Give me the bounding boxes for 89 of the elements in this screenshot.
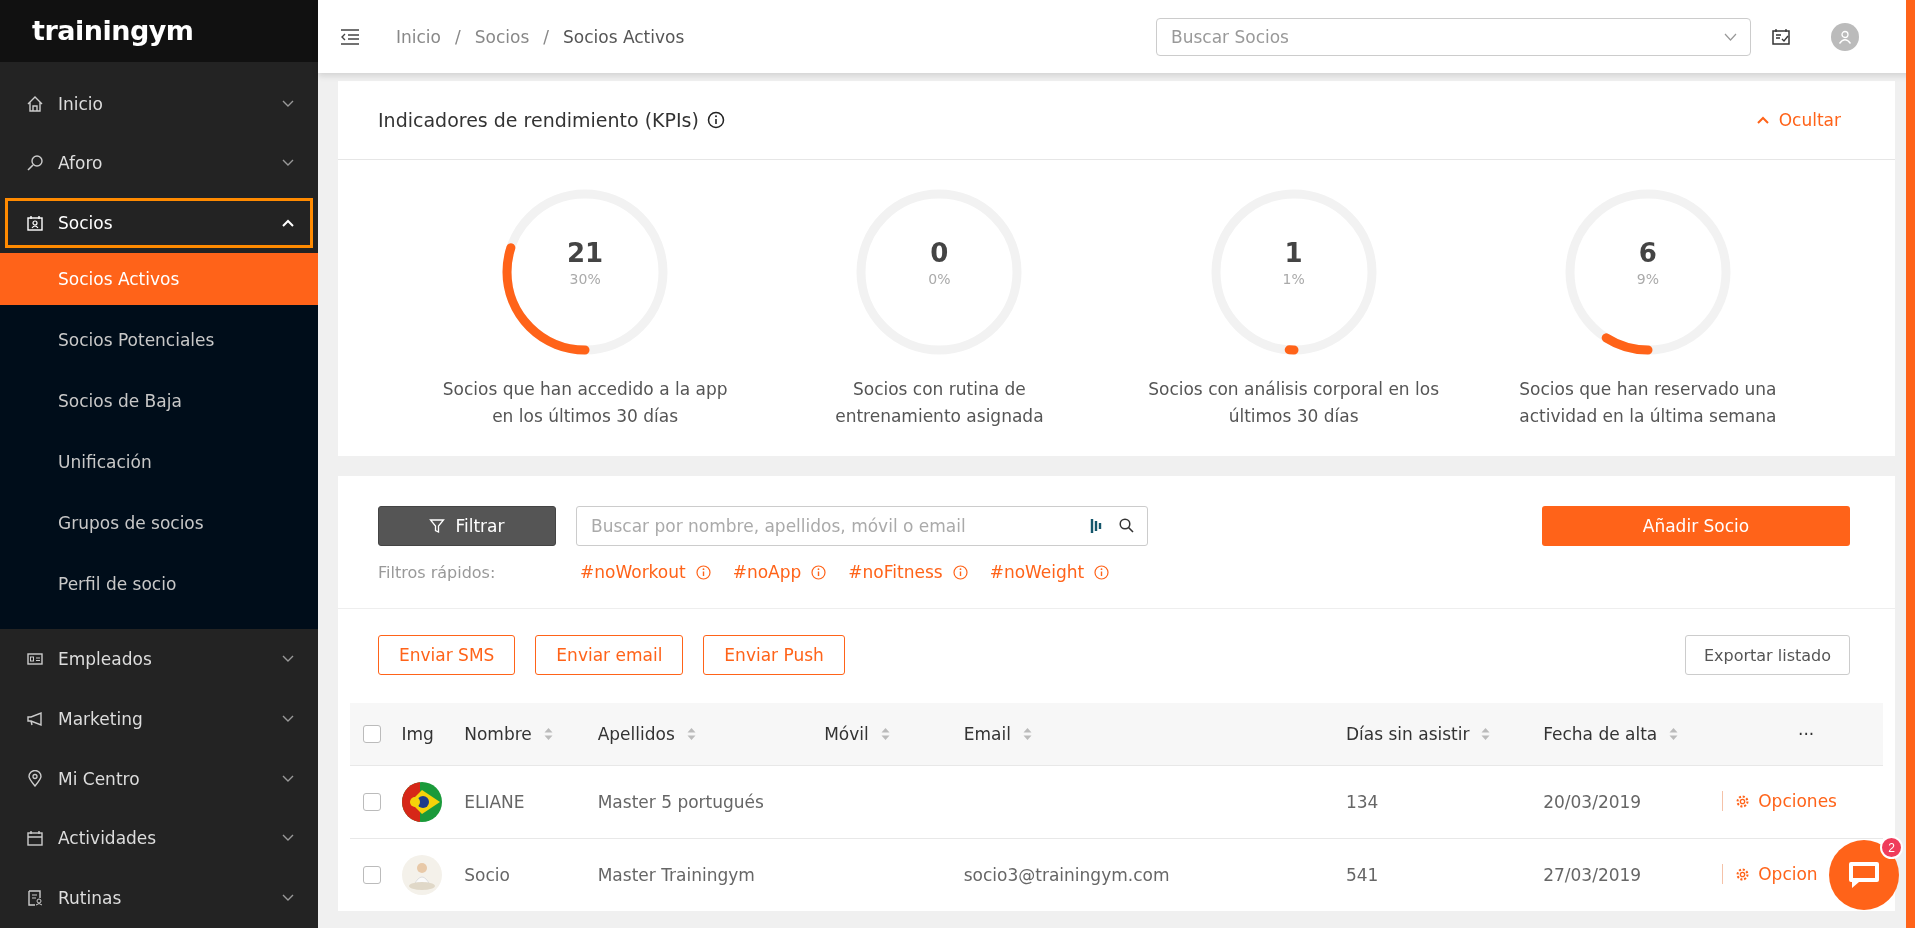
- chat-icon: [1847, 860, 1881, 890]
- gear-icon: [1735, 866, 1751, 882]
- breadcrumb-item[interactable]: Inicio: [396, 26, 441, 47]
- info-icon[interactable]: [706, 111, 725, 129]
- table-cell: 541: [1346, 865, 1379, 885]
- chevron-icon: [282, 99, 294, 108]
- barcode-icon[interactable]: [1090, 518, 1104, 534]
- chevron-icon: [282, 714, 294, 723]
- notification-badge: 2: [1880, 836, 1903, 859]
- sidebar-item[interactable]: Actividades: [0, 808, 318, 869]
- chevron-icon: [282, 774, 294, 783]
- chevron-icon: [282, 834, 294, 843]
- kpi-label: Socios que han reservado una actividad en la última semana: [1519, 378, 1777, 428]
- submenu-item[interactable]: Unificación: [0, 436, 318, 489]
- search-field[interactable]: Buscar Socios: [1156, 17, 1751, 56]
- table-cell: Socio: [464, 865, 510, 885]
- breadcrumb-separator: /: [455, 26, 461, 47]
- submenu-item[interactable]: Grupos de socios: [0, 497, 318, 550]
- search-icon[interactable]: [1119, 518, 1134, 533]
- table-cell: Master Trainingym: [597, 865, 755, 885]
- filter-icon: [429, 518, 446, 534]
- chevron-icon: [282, 655, 294, 663]
- section-title: Indicadores de rendimiento (KPIs): [378, 109, 699, 131]
- kpi-percent: 1%: [1282, 271, 1305, 287]
- column-header[interactable]: Móvil: [824, 724, 890, 744]
- submenu-item[interactable]: Perfil de socio: [0, 558, 318, 611]
- breadcrumb-separator: /: [543, 26, 549, 47]
- sidebar-item[interactable]: Aforo: [0, 133, 318, 194]
- submenu-item[interactable]: Socios Potenciales: [0, 314, 318, 367]
- sidebar-item[interactable]: Marketing: [0, 688, 318, 749]
- user-avatar[interactable]: [1831, 22, 1859, 51]
- clipboard-icon: [26, 889, 44, 908]
- submenu-item[interactable]: Socios de Baja: [0, 375, 318, 428]
- table-cell: 27/03/2019: [1543, 865, 1642, 885]
- column-header[interactable]: Apellidos: [597, 724, 696, 744]
- id-card-icon: [26, 214, 44, 233]
- menu-collapse-icon[interactable]: [340, 28, 360, 45]
- filter-button[interactable]: Filtrar: [378, 506, 556, 546]
- checkbox[interactable]: [363, 793, 381, 811]
- sort-icon[interactable]: [880, 727, 890, 741]
- column-header: Img: [401, 724, 434, 744]
- sort-icon[interactable]: [1481, 727, 1491, 741]
- calendar-icon: [26, 829, 44, 848]
- home-icon: [26, 94, 44, 113]
- checkbox[interactable]: [363, 866, 381, 884]
- column-header[interactable]: Email: [963, 724, 1032, 744]
- sort-icon[interactable]: [1022, 727, 1032, 741]
- checkbox[interactable]: [363, 725, 381, 743]
- table-cell: 20/03/2019: [1543, 792, 1642, 812]
- kpi-percent: 0%: [928, 271, 951, 287]
- scrollbar[interactable]: [1906, 0, 1915, 928]
- chevron-icon: [1756, 116, 1769, 124]
- search-field[interactable]: Buscar por nombre, apellidos, móvil o email: [576, 506, 1148, 546]
- chevron-icon: [282, 894, 294, 903]
- kpi-percent: 9%: [1636, 271, 1659, 287]
- sidebar-item[interactable]: Empleados: [0, 629, 318, 689]
- quick-filters-label: Filtros rápidos:: [378, 562, 497, 582]
- sort-icon[interactable]: [1669, 727, 1679, 741]
- table-cell: 134: [1346, 792, 1379, 812]
- sidebar-item[interactable]: Inicio: [0, 73, 318, 134]
- megaphone-icon: [26, 709, 44, 728]
- table-cell: ELIANE: [464, 792, 525, 812]
- sort-icon[interactable]: [686, 727, 696, 741]
- kpi-value: 1: [1284, 238, 1303, 268]
- kpi-value: 21: [567, 238, 604, 268]
- sort-icon[interactable]: [543, 727, 553, 741]
- chevron-icon: [1724, 32, 1737, 41]
- location-pin-icon: [26, 769, 44, 788]
- kpi-percent: 30%: [569, 271, 601, 287]
- breadcrumb-item[interactable]: Socios: [474, 26, 530, 47]
- sidebar-item[interactable]: Rutinas: [0, 868, 318, 928]
- gear-icon: [1735, 793, 1751, 809]
- kpi-label: Socios con rutina de entrenamiento asignada: [835, 378, 1044, 428]
- column-header: ···: [1798, 724, 1815, 744]
- export-button[interactable]: Exportar listado: [1684, 635, 1850, 675]
- badge-icon: [26, 650, 44, 668]
- kpi-value: 6: [1638, 238, 1657, 268]
- chevron-icon: [282, 159, 294, 168]
- kpi-value: 0: [930, 238, 949, 268]
- kpi-label: Socios que han accedido a la app en los últimos 30 días: [442, 378, 728, 428]
- table-cell: socio3@trainingym.com: [963, 865, 1170, 885]
- table-cell: Master 5 portugués: [597, 792, 764, 812]
- sidebar-item[interactable]: Socios: [0, 193, 318, 254]
- magnifier-icon: [26, 154, 44, 173]
- calendar-check-icon[interactable]: [1771, 26, 1791, 47]
- chevron-icon: [282, 219, 294, 228]
- breadcrumb-item: Socios Activos: [563, 26, 685, 47]
- sidebar-item[interactable]: Mi Centro: [0, 748, 318, 809]
- kpi-label: Socios con análisis corporal en los últimos 30 días: [1148, 378, 1440, 428]
